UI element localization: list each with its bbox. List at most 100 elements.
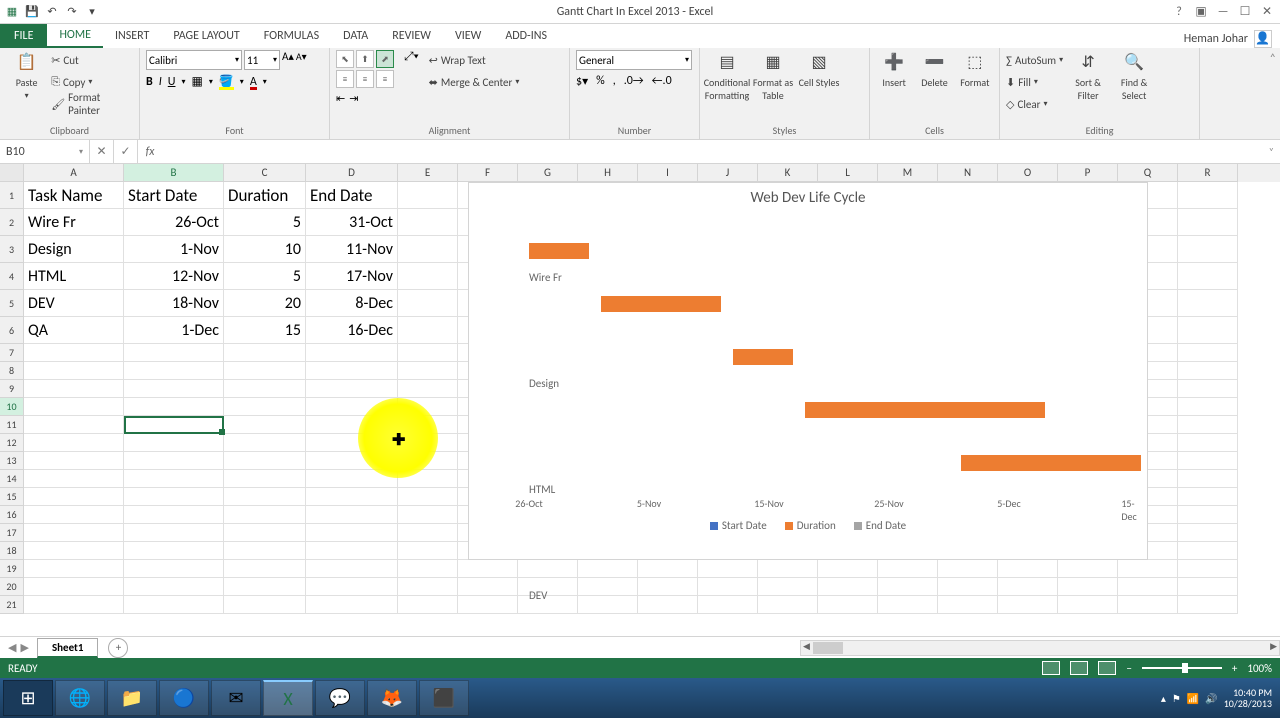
row-header-11[interactable]: 11: [0, 416, 24, 434]
cell-R16[interactable]: [1178, 506, 1238, 524]
cell-A13[interactable]: [24, 452, 124, 470]
cell-B21[interactable]: [124, 596, 224, 614]
gantt-bar-dev[interactable]: [805, 402, 1045, 418]
cell-E20[interactable]: [398, 578, 458, 596]
cell-A4[interactable]: HTML: [24, 263, 124, 290]
row-header-8[interactable]: 8: [0, 362, 24, 380]
cell-F19[interactable]: [458, 560, 518, 578]
expand-formula-bar-icon[interactable]: ˅: [1263, 145, 1280, 158]
gantt-chart[interactable]: Web Dev Life Cycle 26-Oct5-Nov15-Nov25-N…: [468, 182, 1148, 560]
decrease-font-icon[interactable]: A▾: [296, 50, 307, 70]
delete-cells-button[interactable]: ➖Delete: [916, 50, 952, 89]
cell-A6[interactable]: QA: [24, 317, 124, 344]
cell-styles-button[interactable]: ▧Cell Styles: [798, 50, 840, 89]
cell-B19[interactable]: [124, 560, 224, 578]
cell-I19[interactable]: [638, 560, 698, 578]
cell-K19[interactable]: [758, 560, 818, 578]
cell-E3[interactable]: [398, 236, 458, 263]
cell-C8[interactable]: [224, 362, 306, 380]
decrease-decimal-icon[interactable]: ←.0: [652, 74, 672, 89]
help-icon[interactable]: ?: [1172, 5, 1186, 19]
close-icon[interactable]: ✕: [1260, 5, 1274, 19]
cell-B6[interactable]: 1-Dec: [124, 317, 224, 344]
column-header-B[interactable]: B: [124, 164, 224, 182]
cell-A8[interactable]: [24, 362, 124, 380]
increase-indent-icon[interactable]: ⇥: [349, 92, 358, 105]
cell-E8[interactable]: [398, 362, 458, 380]
cell-C6[interactable]: 15: [224, 317, 306, 344]
cell-R6[interactable]: [1178, 317, 1238, 344]
cell-D2[interactable]: 31-Oct: [306, 209, 398, 236]
cell-A3[interactable]: Design: [24, 236, 124, 263]
tab-review[interactable]: REVIEW: [380, 24, 443, 48]
taskbar-firefox-icon[interactable]: 🦊: [367, 680, 417, 716]
row-header-7[interactable]: 7: [0, 344, 24, 362]
new-sheet-button[interactable]: +: [108, 638, 128, 658]
cell-D17[interactable]: [306, 524, 398, 542]
cell-C18[interactable]: [224, 542, 306, 560]
cell-A18[interactable]: [24, 542, 124, 560]
tab-data[interactable]: DATA: [331, 24, 380, 48]
cell-A7[interactable]: [24, 344, 124, 362]
cell-E2[interactable]: [398, 209, 458, 236]
cancel-formula-icon[interactable]: ✕: [90, 140, 114, 163]
cell-E11[interactable]: [398, 416, 458, 434]
cell-N19[interactable]: [938, 560, 998, 578]
cell-B5[interactable]: 18-Nov: [124, 290, 224, 317]
format-cells-button[interactable]: ⬚Format: [957, 50, 993, 89]
cell-C1[interactable]: Duration: [224, 182, 306, 209]
cell-C20[interactable]: [224, 578, 306, 596]
cell-J19[interactable]: [698, 560, 758, 578]
row-header-15[interactable]: 15: [0, 488, 24, 506]
cell-R21[interactable]: [1178, 596, 1238, 614]
cell-D19[interactable]: [306, 560, 398, 578]
cell-P21[interactable]: [1058, 596, 1118, 614]
cell-C16[interactable]: [224, 506, 306, 524]
currency-icon[interactable]: $▾: [576, 74, 588, 89]
scroll-left-icon[interactable]: ◀: [803, 641, 810, 652]
cell-I21[interactable]: [638, 596, 698, 614]
maximize-icon[interactable]: ☐: [1238, 5, 1252, 19]
tab-formulas[interactable]: FORMULAS: [252, 24, 331, 48]
qat-dropdown-icon[interactable]: ▾: [84, 4, 100, 20]
gantt-bar-wire-fr[interactable]: [529, 243, 589, 259]
tab-page-layout[interactable]: PAGE LAYOUT: [161, 24, 251, 48]
column-header-J[interactable]: J: [698, 164, 758, 182]
cell-B10[interactable]: [124, 398, 224, 416]
cell-B4[interactable]: 12-Nov: [124, 263, 224, 290]
save-icon[interactable]: 💾: [24, 4, 40, 20]
cell-A21[interactable]: [24, 596, 124, 614]
cell-E1[interactable]: [398, 182, 458, 209]
cell-F20[interactable]: [458, 578, 518, 596]
cell-H21[interactable]: [578, 596, 638, 614]
cell-E12[interactable]: [398, 434, 458, 452]
column-header-I[interactable]: I: [638, 164, 698, 182]
cell-G21[interactable]: [518, 596, 578, 614]
cell-B3[interactable]: 1-Nov: [124, 236, 224, 263]
user-name[interactable]: Heman Johar: [1184, 32, 1248, 46]
cell-C11[interactable]: [224, 416, 306, 434]
cell-E6[interactable]: [398, 317, 458, 344]
scroll-right-icon[interactable]: ▶: [1270, 641, 1277, 652]
tab-home[interactable]: HOME: [47, 24, 103, 48]
name-box[interactable]: B10▾: [0, 140, 90, 163]
cell-E10[interactable]: [398, 398, 458, 416]
cell-R4[interactable]: [1178, 263, 1238, 290]
cell-M19[interactable]: [878, 560, 938, 578]
tab-insert[interactable]: INSERT: [103, 24, 161, 48]
cell-R7[interactable]: [1178, 344, 1238, 362]
cell-A11[interactable]: [24, 416, 124, 434]
cell-C7[interactable]: [224, 344, 306, 362]
ribbon-options-icon[interactable]: ▣: [1194, 5, 1208, 19]
cell-D15[interactable]: [306, 488, 398, 506]
column-header-R[interactable]: R: [1178, 164, 1238, 182]
cell-B11[interactable]: [124, 416, 224, 434]
cell-E15[interactable]: [398, 488, 458, 506]
zoom-out-icon[interactable]: −: [1126, 662, 1131, 675]
cell-R13[interactable]: [1178, 452, 1238, 470]
normal-view-icon[interactable]: [1042, 661, 1060, 675]
tray-up-icon[interactable]: ▴: [1161, 692, 1166, 705]
cell-D3[interactable]: 11-Nov: [306, 236, 398, 263]
italic-button[interactable]: I: [159, 75, 162, 89]
cell-A9[interactable]: [24, 380, 124, 398]
